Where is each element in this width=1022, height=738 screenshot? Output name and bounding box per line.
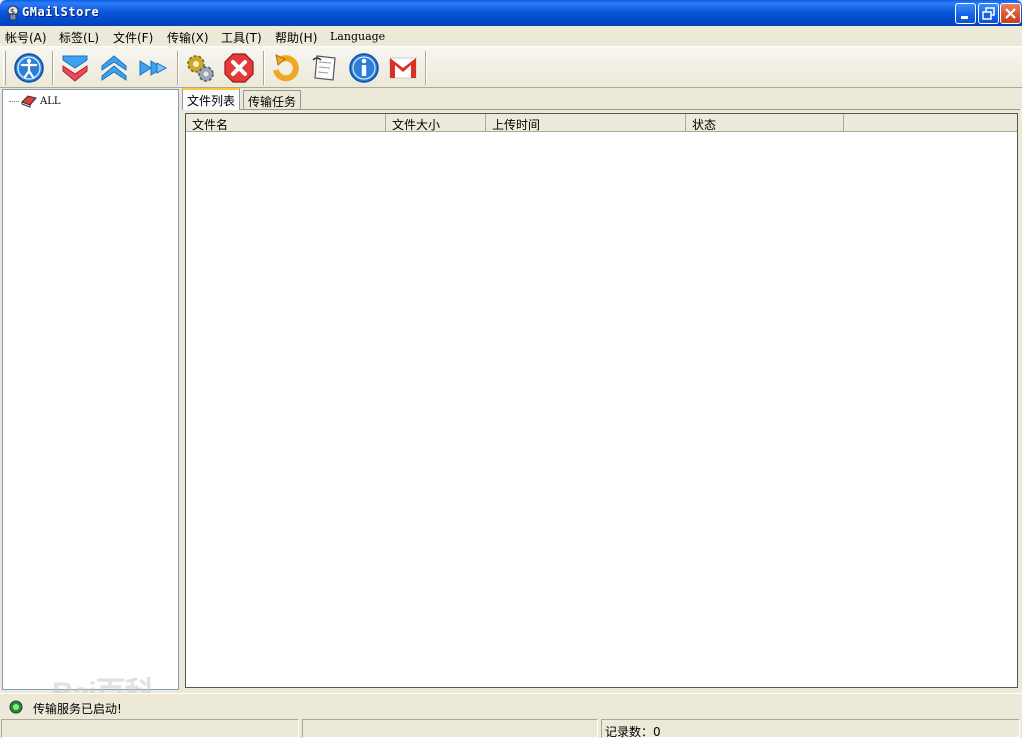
service-status-bar: 传输服务已启动! [0, 693, 1022, 718]
status-pane-records: 记录数：0 [601, 719, 1020, 738]
account-button[interactable] [12, 51, 46, 85]
account-icon [14, 53, 44, 83]
menu-file[interactable]: 文件(F) [113, 29, 153, 46]
status-pane-1 [1, 719, 299, 738]
settings-button[interactable] [183, 51, 217, 85]
window-title: GMailStore [22, 5, 100, 19]
toolbar-separator [263, 51, 265, 85]
toolbar-separator [425, 51, 427, 85]
tree-item-label: ALL [40, 95, 61, 107]
column-header-status[interactable]: 状态 [686, 114, 844, 132]
minimize-button[interactable] [955, 3, 976, 24]
forward-button[interactable] [136, 51, 170, 85]
menu-help[interactable]: 帮助(H) [275, 29, 317, 46]
refresh-icon [273, 54, 299, 82]
refresh-button[interactable] [269, 51, 303, 85]
column-header-filename[interactable]: 文件名 [186, 114, 386, 132]
download-icon [62, 55, 88, 82]
toolbar [0, 46, 1022, 88]
minimize-icon [961, 16, 968, 19]
toolbar-separator [177, 51, 179, 85]
title-bar: $ GMailStore [0, 0, 1022, 26]
gmail-button[interactable] [386, 51, 420, 85]
column-header-upload-time[interactable]: 上传时间 [486, 114, 686, 132]
svg-text:$: $ [10, 7, 15, 16]
list-header: 文件名 文件大小 上传时间 状态 [186, 114, 1017, 132]
status-pane-2 [302, 719, 598, 738]
menu-language[interactable]: Language [330, 30, 385, 43]
upload-button[interactable] [97, 51, 131, 85]
info-button[interactable] [347, 51, 381, 85]
menu-labels[interactable]: 标签(L) [59, 29, 99, 46]
close-button[interactable] [1000, 3, 1021, 24]
info-icon [349, 53, 379, 83]
stop-button[interactable] [222, 51, 256, 85]
column-header-filesize[interactable]: 文件大小 [386, 114, 486, 132]
notes-icon [312, 55, 336, 81]
gmail-icon [389, 57, 417, 79]
tree-connector [9, 100, 19, 102]
menu-account[interactable]: 帐号(A) [5, 29, 47, 46]
upload-icon [101, 55, 127, 81]
notes-button[interactable] [308, 51, 342, 85]
status-led-icon [9, 700, 23, 714]
download-button[interactable] [58, 51, 92, 85]
restore-button[interactable] [978, 3, 999, 24]
settings-gears-icon [187, 55, 214, 82]
tab-strip: 文件列表 传输任务 [182, 88, 1022, 110]
status-bar: 记录数：0 [0, 718, 1022, 738]
service-status-text: 传输服务已启动! [33, 702, 122, 716]
toolbar-separator [52, 51, 54, 85]
tab-transfer-tasks[interactable]: 传输任务 [243, 90, 302, 110]
menu-tools[interactable]: 工具(T) [221, 29, 262, 46]
toolbar-grip[interactable] [3, 51, 6, 85]
forward-icon [139, 60, 168, 76]
app-icon: $ [7, 5, 19, 21]
restore-icon [982, 7, 995, 20]
label-tree[interactable]: ALL [2, 89, 179, 690]
file-list[interactable]: 文件名 文件大小 上传时间 状态 [185, 113, 1018, 688]
menu-transfer[interactable]: 传输(X) [167, 29, 209, 46]
tab-divider [182, 109, 1020, 110]
stop-icon [224, 53, 254, 83]
record-count: 记录数：0 [605, 725, 661, 738]
menu-bar: 帐号(A) 标签(L) 文件(F) 传输(X) 工具(T) 帮助(H) Lang… [0, 26, 1022, 46]
close-icon [1005, 8, 1016, 19]
label-tag-icon [21, 95, 37, 108]
tab-file-list[interactable]: 文件列表 [182, 88, 241, 110]
tree-item-all[interactable]: ALL [9, 93, 61, 109]
